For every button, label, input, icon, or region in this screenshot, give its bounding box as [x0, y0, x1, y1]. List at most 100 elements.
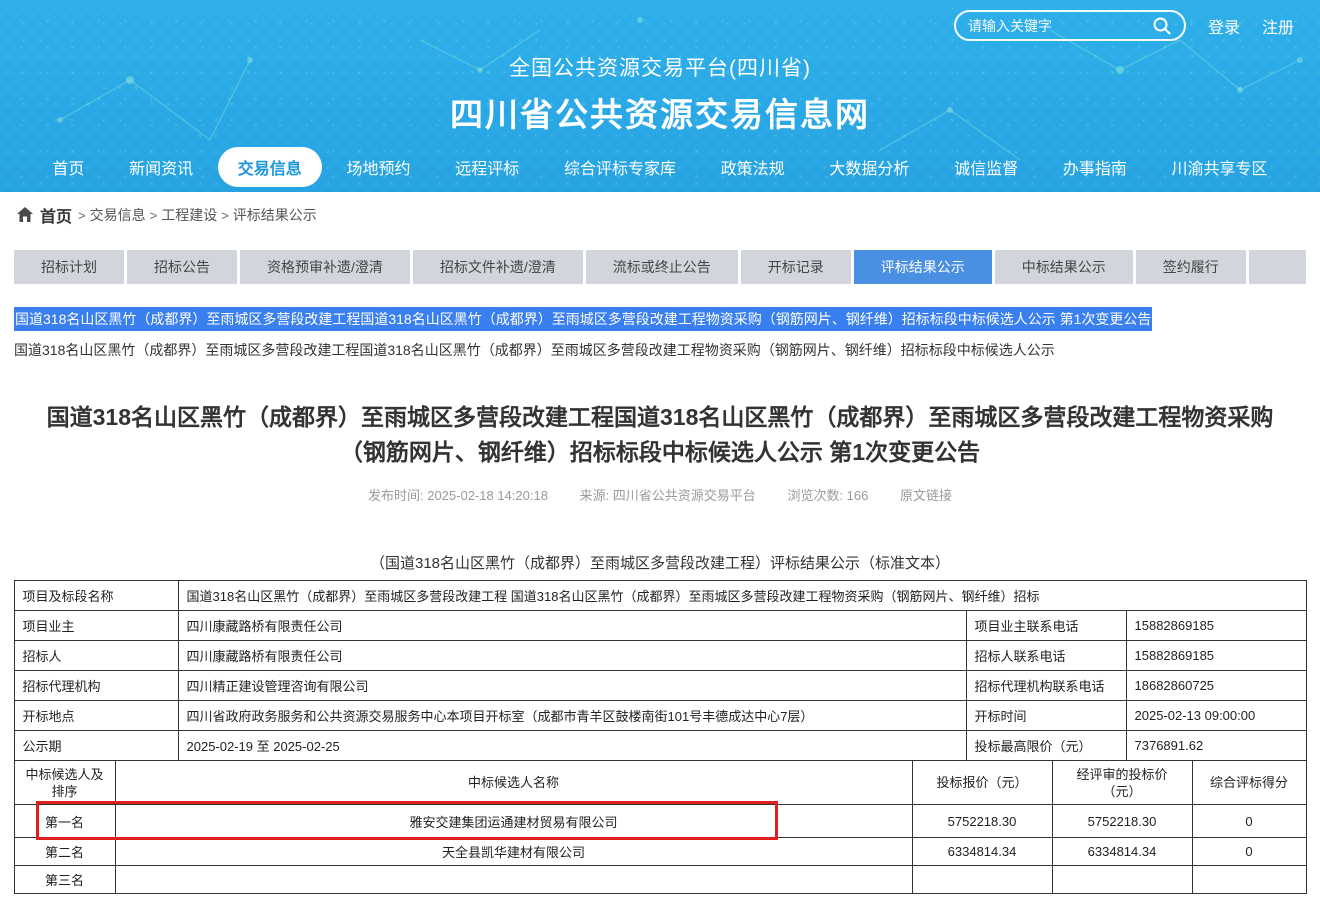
publish-time-label: 发布时间:: [368, 488, 427, 503]
reviewed-price-cell: 5752218.30: [1052, 805, 1192, 838]
breadcrumb-evaluation-results[interactable]: 评标结果公示: [233, 205, 317, 225]
page-title: 国道318名山区黑竹（成都界）至雨城区多营段改建工程国道318名山区黑竹（成都界…: [33, 400, 1288, 470]
info-label: 公示期: [14, 731, 178, 761]
nav-item-trade-info[interactable]: 交易信息: [218, 147, 322, 187]
info-label: 项目及标段名称: [14, 581, 178, 611]
info-value: 四川省政府政务服务和公共资源交易服务中心本项目开标室（成都市青羊区鼓楼南街101…: [178, 701, 966, 731]
tab-bid-opening-record[interactable]: 开标记录: [741, 250, 851, 284]
breadcrumb-engineering[interactable]: 工程建设: [161, 205, 217, 225]
info-label: 开标地点: [14, 701, 178, 731]
nav-item-venue-booking[interactable]: 场地预约: [327, 147, 431, 187]
breadcrumb-separator: >: [221, 208, 229, 223]
score-cell: 0: [1192, 805, 1306, 838]
reviewed-price-cell: 6334814.34: [1052, 838, 1192, 866]
tab-prequalification-supplement[interactable]: 资格预审补遗/澄清: [240, 250, 410, 284]
info-label: 项目业主: [14, 611, 178, 641]
info-label: 招标代理机构联系电话: [966, 671, 1126, 701]
result-list: 国道318名山区黑竹（成都界）至雨城区多营段改建工程国道318名山区黑竹（成都界…: [14, 307, 1306, 360]
main-nav: 首页 新闻资讯 交易信息 场地预约 远程评标 综合评标专家库 政策法规 大数据分…: [0, 142, 1320, 192]
rank-cell: 第三名: [14, 866, 115, 894]
info-label: 招标代理机构: [14, 671, 178, 701]
table-row-second-place: 第二名 天全县凯华建材有限公司 6334814.34 6334814.34 0: [14, 838, 1306, 866]
tab-bar-filler: [1249, 250, 1306, 284]
col-header-reviewed-price: 经评审的投标价（元）: [1052, 761, 1192, 805]
table-row: 公示期 2025-02-19 至 2025-02-25 投标最高限价（元） 73…: [14, 731, 1306, 761]
original-link[interactable]: 原文链接: [900, 488, 952, 503]
table-row: 开标地点 四川省政府政务服务和公共资源交易服务中心本项目开标室（成都市青羊区鼓楼…: [14, 701, 1306, 731]
breadcrumb-separator: >: [150, 208, 158, 223]
table-row: 项目及标段名称 国道318名山区黑竹（成都界）至雨城区多营段改建工程 国道318…: [14, 581, 1306, 611]
breadcrumb-home[interactable]: 首页: [40, 203, 72, 227]
search-icon[interactable]: [1152, 16, 1172, 36]
info-value: 7376891.62: [1126, 731, 1306, 761]
notice-caption: （国道318名山区黑竹（成都界）至雨城区多营段改建工程）评标结果公示（标准文本）: [0, 552, 1320, 573]
info-value: 四川精正建设管理咨询有限公司: [178, 671, 966, 701]
tab-evaluation-results[interactable]: 评标结果公示: [854, 250, 992, 284]
col-header-candidate-name: 中标候选人名称: [115, 761, 912, 805]
info-value: 四川康藏路桥有限责任公司: [178, 641, 966, 671]
candidate-name-cell: 天全县凯华建材有限公司: [115, 838, 912, 866]
nav-item-news[interactable]: 新闻资讯: [109, 147, 213, 187]
rank-cell: 第二名: [14, 838, 115, 866]
breadcrumb-separator: >: [78, 208, 86, 223]
tab-winning-results[interactable]: 中标结果公示: [995, 250, 1133, 284]
nav-item-home[interactable]: 首页: [32, 147, 104, 187]
tab-contract-performance[interactable]: 签约履行: [1136, 250, 1246, 284]
score-cell: [1192, 866, 1306, 894]
nav-item-chuanyu-zone[interactable]: 川渝共享专区: [1152, 147, 1288, 187]
table-row: 项目业主 四川康藏路桥有限责任公司 项目业主联系电话 15882869185: [14, 611, 1306, 641]
table-row-first-place: 第一名 雅安交建集团运通建材贸易有限公司 5752218.30 5752218.…: [14, 805, 1306, 838]
info-value: 15882869185: [1126, 611, 1306, 641]
info-label: 投标最高限价（元）: [966, 731, 1126, 761]
info-label: 招标人: [14, 641, 178, 671]
candidates-section: 中标候选人及排序 中标候选人名称 投标报价（元） 经评审的投标价（元） 综合评标…: [0, 760, 1320, 894]
score-cell: 0: [1192, 838, 1306, 866]
views-label: 浏览次数:: [787, 488, 846, 503]
login-link[interactable]: 登录: [1208, 14, 1240, 38]
views-value: 166: [847, 488, 869, 503]
col-header-rank: 中标候选人及排序: [14, 761, 115, 805]
category-tab-bar: 招标计划 招标公告 资格预审补遗/澄清 招标文件补遗/澄清 流标或终止公告 开标…: [14, 250, 1306, 284]
source-label: 来源:: [580, 488, 613, 503]
info-value: 国道318名山区黑竹（成都界）至雨城区多营段改建工程 国道318名山区黑竹（成都…: [178, 581, 1306, 611]
nav-item-remote-evaluation[interactable]: 远程评标: [435, 147, 539, 187]
col-header-bid-price: 投标报价（元）: [912, 761, 1052, 805]
table-row-third-place: 第三名: [14, 866, 1306, 894]
candidate-name-cell: [115, 866, 912, 894]
reviewed-price-cell: [1052, 866, 1192, 894]
site-header: 登录 注册 全国公共资源交易平台(四川省) 四川省公共资源交易信息网 首页 新闻…: [0, 0, 1320, 192]
table-header-row: 中标候选人及排序 中标候选人名称 投标报价（元） 经评审的投标价（元） 综合评标…: [14, 761, 1306, 805]
info-value: 2025-02-19 至 2025-02-25: [178, 731, 966, 761]
tab-document-supplement[interactable]: 招标文件补遗/澄清: [413, 250, 583, 284]
info-label: 项目业主联系电话: [966, 611, 1126, 641]
tab-bidding-plan[interactable]: 招标计划: [14, 250, 124, 284]
bid-price-cell: 5752218.30: [912, 805, 1052, 838]
search-input[interactable]: [968, 18, 1152, 34]
nav-item-integrity[interactable]: 诚信监督: [934, 147, 1038, 187]
site-title: 四川省公共资源交易信息网: [0, 88, 1320, 136]
tab-bidding-announcement[interactable]: 招标公告: [127, 250, 237, 284]
candidate-name-cell: 雅安交建集团运通建材贸易有限公司: [115, 805, 912, 838]
info-label: 开标时间: [966, 701, 1126, 731]
bid-price-cell: 6334814.34: [912, 838, 1052, 866]
home-icon[interactable]: [16, 206, 34, 224]
project-info-table: 项目及标段名称 国道318名山区黑竹（成都界）至雨城区多营段改建工程 国道318…: [14, 580, 1307, 761]
table-row: 招标人 四川康藏路桥有限责任公司 招标人联系电话 15882869185: [14, 641, 1306, 671]
info-value: 2025-02-13 09:00:00: [1126, 701, 1306, 731]
search-box[interactable]: [954, 10, 1186, 41]
list-item[interactable]: 国道318名山区黑竹（成都界）至雨城区多营段改建工程国道318名山区黑竹（成都界…: [14, 340, 1306, 360]
header-top-bar: 登录 注册: [954, 10, 1294, 41]
col-header-score: 综合评标得分: [1192, 761, 1306, 805]
publish-time-value: 2025-02-18 14:20:18: [427, 488, 548, 503]
rank-cell: 第一名: [14, 805, 115, 838]
candidates-table: 中标候选人及排序 中标候选人名称 投标报价（元） 经评审的投标价（元） 综合评标…: [14, 760, 1307, 894]
nav-item-expert-database[interactable]: 综合评标专家库: [544, 147, 696, 187]
nav-item-guide[interactable]: 办事指南: [1043, 147, 1147, 187]
register-link[interactable]: 注册: [1262, 14, 1294, 38]
list-item-selected[interactable]: 国道318名山区黑竹（成都界）至雨城区多营段改建工程国道318名山区黑竹（成都界…: [14, 307, 1152, 331]
source-value: 四川省公共资源交易平台: [613, 488, 756, 503]
nav-item-policies[interactable]: 政策法规: [701, 147, 805, 187]
breadcrumb-trade-info[interactable]: 交易信息: [90, 205, 146, 225]
nav-item-big-data[interactable]: 大数据分析: [809, 147, 929, 187]
tab-failed-or-terminated[interactable]: 流标或终止公告: [586, 250, 738, 284]
